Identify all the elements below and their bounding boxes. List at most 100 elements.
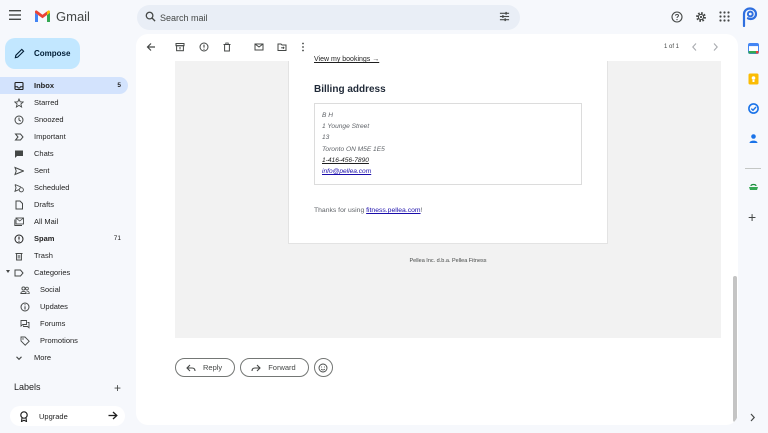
sidebar-item-trash[interactable]: Trash bbox=[0, 247, 128, 264]
expand-side-panel-icon[interactable] bbox=[749, 413, 756, 422]
addon-icon[interactable] bbox=[748, 181, 759, 191]
tag-icon bbox=[20, 336, 30, 346]
all-mail-icon bbox=[14, 217, 24, 227]
sidebar-item-label: Categories bbox=[34, 268, 71, 277]
scheduled-send-icon bbox=[14, 183, 24, 193]
reply-actions: Reply Forward bbox=[175, 358, 333, 377]
billing-address-box: B H 1 Younge Street 13 Toronto ON M5E 1E… bbox=[314, 103, 582, 185]
sidebar-item-starred[interactable]: Starred bbox=[0, 94, 128, 111]
upgrade-button[interactable]: Upgrade bbox=[10, 406, 125, 426]
upgrade-badge-icon bbox=[20, 410, 28, 422]
sidebar-item-important[interactable]: Important bbox=[0, 128, 128, 145]
important-icon bbox=[14, 132, 24, 142]
sidebar-item-label: Snoozed bbox=[34, 115, 64, 124]
gmail-m-icon bbox=[35, 10, 50, 22]
help-icon[interactable] bbox=[671, 11, 683, 23]
email-link[interactable]: info@pellea.com bbox=[322, 166, 574, 177]
thanks-suffix: ! bbox=[420, 207, 423, 214]
info-icon bbox=[20, 302, 30, 312]
sidebar-item-spam[interactable]: Spam 71 bbox=[0, 230, 128, 247]
get-addons-plus-icon[interactable]: + bbox=[748, 209, 756, 225]
report-spam-icon[interactable] bbox=[199, 42, 209, 52]
sidebar-item-social[interactable]: Social bbox=[0, 281, 128, 298]
account-logo-icon bbox=[742, 7, 758, 27]
sidebar-item-label: Sent bbox=[34, 166, 50, 175]
sidebar-item-label: Forums bbox=[40, 319, 66, 328]
view-bookings-link[interactable]: View my bookings → bbox=[314, 56, 379, 63]
search-icon[interactable] bbox=[145, 11, 156, 22]
label-icon bbox=[14, 268, 24, 278]
sidebar-item-label: Inbox bbox=[34, 81, 54, 90]
move-to-icon[interactable] bbox=[277, 42, 287, 52]
gmail-logo[interactable]: Gmail bbox=[34, 9, 90, 24]
sidebar-item-label: Social bbox=[40, 285, 61, 294]
archive-icon[interactable] bbox=[175, 42, 185, 52]
sidebar-item-inbox[interactable]: Inbox 5 bbox=[0, 77, 128, 94]
arrow-right-icon bbox=[108, 411, 118, 420]
pencil-icon bbox=[14, 48, 25, 59]
sidebar-item-more[interactable]: More bbox=[0, 349, 128, 366]
keep-icon[interactable] bbox=[748, 73, 759, 85]
chat-icon bbox=[14, 149, 24, 159]
sidebar-item-sent[interactable]: Sent bbox=[0, 162, 128, 179]
sidebar-item-drafts[interactable]: Drafts bbox=[0, 196, 128, 213]
more-vert-icon[interactable] bbox=[301, 42, 305, 52]
expand-caret-icon[interactable] bbox=[6, 270, 10, 273]
calendar-icon[interactable] bbox=[748, 43, 759, 54]
reply-icon bbox=[186, 364, 196, 371]
scrollbar-thumb[interactable] bbox=[733, 276, 737, 422]
delete-icon[interactable] bbox=[222, 42, 232, 52]
newer-chevron-icon[interactable] bbox=[691, 42, 698, 52]
sidebar-item-updates[interactable]: Updates bbox=[0, 298, 128, 315]
emoji-reaction-button[interactable] bbox=[313, 358, 333, 377]
compose-label: Compose bbox=[34, 49, 71, 58]
forward-icon bbox=[251, 364, 261, 371]
tasks-icon[interactable] bbox=[748, 103, 759, 114]
apps-grid-icon[interactable] bbox=[719, 11, 730, 22]
unread-count: 71 bbox=[113, 235, 121, 242]
sidebar-item-categories[interactable]: Categories bbox=[0, 264, 128, 281]
sidebar-item-label: Spam bbox=[34, 234, 55, 243]
main-menu-icon[interactable] bbox=[9, 10, 27, 26]
sidebar-item-scheduled[interactable]: Scheduled bbox=[0, 179, 128, 196]
add-label-icon[interactable]: + bbox=[114, 381, 121, 395]
email-footer: Pellea Inc. d.b.a. Pellea Fitness bbox=[409, 258, 487, 264]
sidebar-item-chats[interactable]: Chats bbox=[0, 145, 128, 162]
settings-gear-icon[interactable] bbox=[695, 11, 707, 23]
search-options-icon[interactable] bbox=[499, 11, 510, 22]
back-arrow-icon[interactable] bbox=[146, 42, 156, 52]
search-input[interactable] bbox=[160, 5, 460, 30]
phone-link[interactable]: 1-416-456-7890 bbox=[322, 155, 574, 166]
upgrade-label: Upgrade bbox=[39, 411, 68, 421]
fitness-site-link[interactable]: fitness.pellea.com bbox=[366, 207, 420, 214]
search-bar[interactable] bbox=[137, 5, 520, 30]
pagination-count: 1 of 1 bbox=[664, 44, 680, 50]
older-chevron-icon[interactable] bbox=[712, 42, 719, 52]
spam-icon bbox=[14, 234, 24, 244]
message-toolbar: 1 of 1 bbox=[136, 34, 738, 61]
account-avatar[interactable] bbox=[741, 7, 759, 27]
clock-icon bbox=[14, 115, 24, 125]
address-line: B H bbox=[322, 112, 333, 119]
app-name: Gmail bbox=[56, 9, 90, 24]
address-line: 13 bbox=[322, 134, 330, 142]
trash-icon bbox=[14, 251, 24, 261]
forward-button[interactable]: Forward bbox=[240, 358, 309, 377]
labels-heading: Labels bbox=[14, 382, 41, 392]
compose-button[interactable]: Compose bbox=[5, 38, 80, 69]
sidebar-item-label: Trash bbox=[34, 251, 53, 260]
sidebar-item-label: All Mail bbox=[34, 217, 59, 226]
email-card: View my bookings → Billing address B H 1… bbox=[288, 56, 608, 244]
sidebar-item-promotions[interactable]: Promotions bbox=[0, 332, 128, 349]
sidebar-item-forums[interactable]: Forums bbox=[0, 315, 128, 332]
sidebar-item-snoozed[interactable]: Snoozed bbox=[0, 111, 128, 128]
sidebar-item-label: Scheduled bbox=[34, 183, 70, 192]
contacts-icon[interactable] bbox=[748, 133, 759, 144]
sidebar-item-all-mail[interactable]: All Mail bbox=[0, 213, 128, 230]
smiley-icon bbox=[318, 363, 328, 372]
inbox-icon bbox=[14, 81, 24, 91]
email-body: View my bookings → Billing address B H 1… bbox=[175, 56, 721, 338]
thanks-prefix: Thanks for using bbox=[314, 207, 367, 214]
reply-button[interactable]: Reply bbox=[175, 358, 236, 377]
mark-unread-icon[interactable] bbox=[254, 42, 264, 52]
